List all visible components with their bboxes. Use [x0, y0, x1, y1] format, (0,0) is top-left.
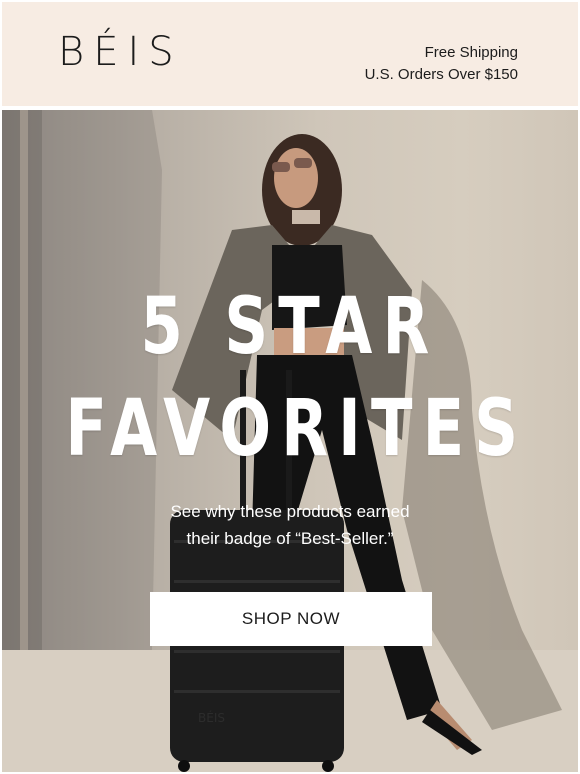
- subtext-line-2: their badge of “Best-Seller.”: [186, 529, 394, 548]
- brand-logo[interactable]: BÉIS: [58, 32, 183, 72]
- email-canvas: BÉIS Free Shipping U.S. Orders Over $150: [0, 0, 580, 774]
- headline-line-2: FAVORITES: [65, 384, 529, 474]
- subtext-line-1: See why these products earned: [170, 502, 410, 521]
- hero-subtext: See why these products earned their badg…: [2, 498, 578, 552]
- headline-line-1: 5 STAR: [140, 282, 440, 372]
- shipping-notice: Free Shipping U.S. Orders Over $150: [365, 42, 518, 86]
- shop-now-button[interactable]: SHOP NOW: [150, 592, 432, 646]
- hero-banner[interactable]: BÉIS 5 STAR FAVORITES See why these prod…: [2, 110, 578, 772]
- shipping-line-1: Free Shipping: [424, 44, 518, 61]
- shipping-line-2: U.S. Orders Over $150: [364, 66, 518, 83]
- email-header: BÉIS Free Shipping U.S. Orders Over $150: [2, 2, 578, 106]
- suitcase-brand-mark: BÉIS: [198, 710, 225, 725]
